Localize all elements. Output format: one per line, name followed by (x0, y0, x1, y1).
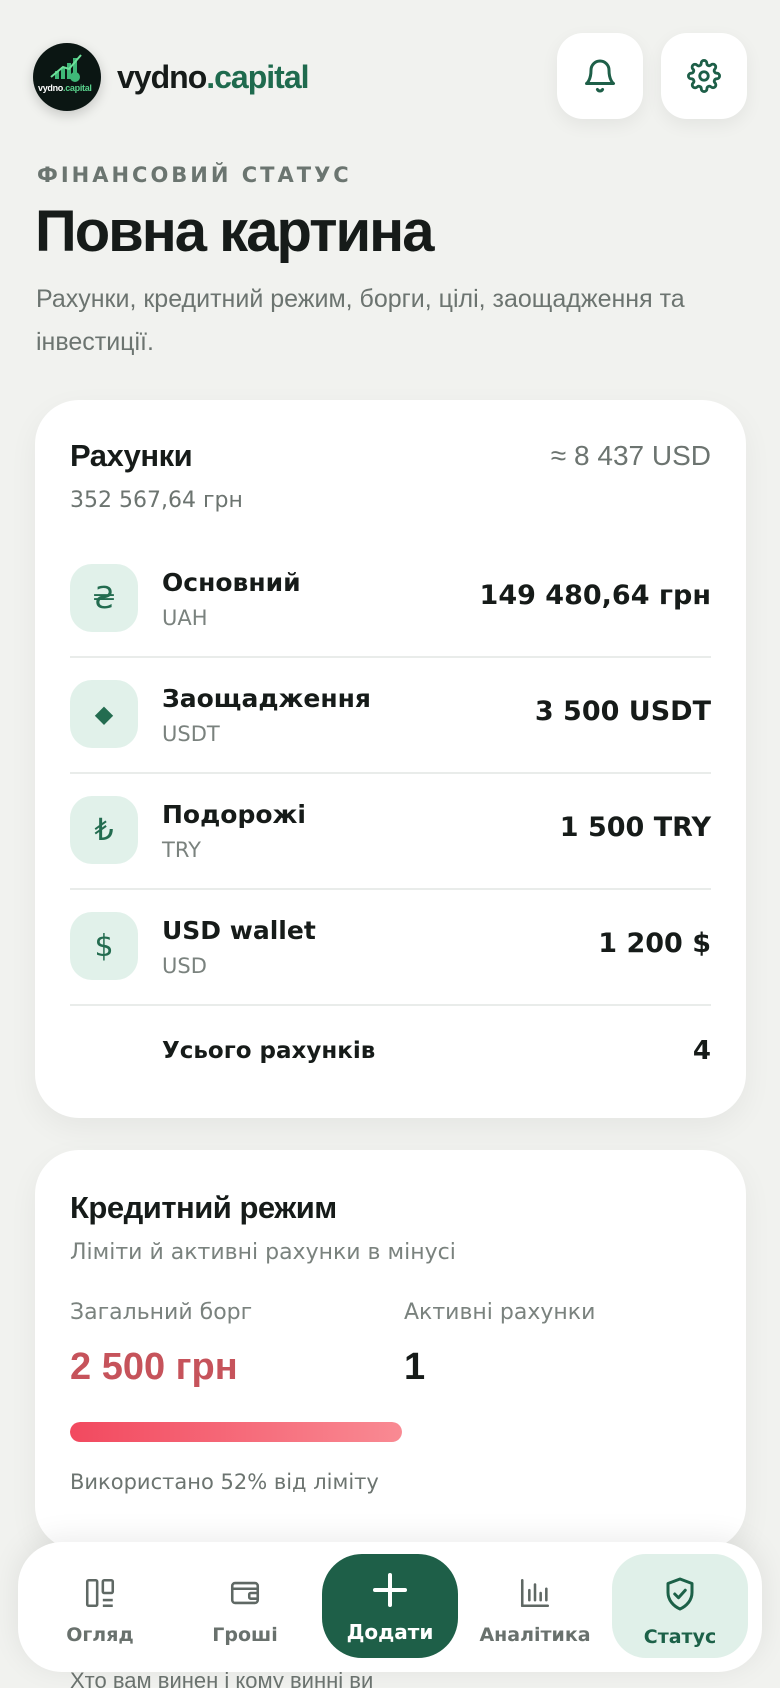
account-currency: USDT (162, 722, 220, 746)
credit-usage-fill (70, 1422, 402, 1442)
nav-label: Гроші (212, 1624, 278, 1646)
plus-icon (373, 1573, 407, 1607)
debt-label: Загальний борг (70, 1300, 253, 1325)
accounts-total-uah: 352 567,64 грн (70, 488, 243, 513)
bell-icon (585, 59, 615, 93)
page-subtitle: Рахунки, кредитний режим, борги, цілі, з… (36, 285, 685, 356)
credit-card: Кредитний режим Ліміти й активні рахунки… (35, 1150, 746, 1550)
account-name: Основний (162, 568, 301, 597)
hryvnia-icon: ₴ (70, 564, 138, 632)
credit-usage-bar (70, 1422, 402, 1442)
gear-icon (687, 59, 721, 93)
accounts-card: Рахунки ≈ 8 437 USD 352 567,64 грн ₴ Осн… (35, 400, 746, 1118)
notifications-button[interactable] (557, 33, 643, 119)
nav-overview[interactable]: Огляд (32, 1554, 168, 1658)
credit-usage-text: Використано 52% від ліміту (70, 1470, 379, 1494)
account-amount: 1 200 $ (598, 928, 711, 959)
bottom-nav: Огляд Гроші Додати Аналітика Статус (18, 1542, 762, 1672)
active-accounts-label: Активні рахунки (404, 1300, 596, 1325)
accounts-count-row: Усього рахунків 4 (70, 1006, 711, 1102)
wallet-icon (230, 1581, 260, 1605)
active-accounts-value: 1 (404, 1346, 426, 1388)
account-row-usd-wallet[interactable]: $ USD wallet USD 1 200 $ (70, 890, 711, 1006)
account-row-travel[interactable]: ₺ Подорожі TRY 1 500 TRY (70, 774, 711, 890)
nav-status[interactable]: Статус (612, 1554, 748, 1658)
account-amount: 1 500 TRY (559, 812, 711, 843)
page-title: Повна картина (35, 199, 434, 264)
nav-money[interactable]: Гроші (177, 1554, 313, 1658)
nav-label: Статус (643, 1626, 717, 1648)
lira-icon: ₺ (70, 796, 138, 864)
dashboard-icon (85, 1578, 115, 1608)
dollar-icon: $ (70, 912, 138, 980)
account-amount: 3 500 USDT (534, 696, 711, 727)
account-currency: UAH (162, 606, 208, 630)
account-currency: USD (162, 954, 207, 978)
brand-logo: vydno.capital (33, 43, 101, 111)
settings-button[interactable] (661, 33, 747, 119)
debt-value: 2 500 грн (70, 1346, 238, 1388)
accounts-title: Рахунки (70, 438, 193, 473)
accounts-count-label: Усього рахунків (162, 1038, 376, 1064)
account-name: USD wallet (162, 916, 316, 945)
brand-name: vydno.capital (117, 59, 310, 95)
credit-title: Кредитний режим (70, 1190, 337, 1225)
account-name: Заощадження (162, 684, 371, 713)
accounts-list: ₴ Основний UAH 149 480,64 грн ◆ Заощадже… (70, 542, 711, 1102)
nav-label: Додати (346, 1620, 434, 1644)
account-name: Подорожі (162, 800, 306, 829)
diamond-icon: ◆ (70, 680, 138, 748)
accounts-total-usd: ≈ 8 437 USD (550, 440, 711, 471)
app-header: vydno.capital vydno.capital (33, 33, 747, 119)
account-amount: 149 480,64 грн (479, 580, 711, 611)
accounts-count-value: 4 (692, 1036, 711, 1066)
credit-subtitle: Ліміти й активні рахунки в мінусі (70, 1240, 456, 1265)
nav-label: Огляд (66, 1624, 134, 1646)
account-currency: TRY (162, 838, 201, 862)
nav-analytics[interactable]: Аналітика (467, 1554, 603, 1658)
account-row-savings[interactable]: ◆ Заощадження USDT 3 500 USDT (70, 658, 711, 774)
bar-chart-icon (520, 1578, 550, 1608)
shield-check-icon (666, 1577, 694, 1611)
nav-label: Аналітика (479, 1624, 591, 1646)
section-eyebrow: ФІНАНСОВИЙ СТАТУС (37, 163, 352, 187)
account-row-main[interactable]: ₴ Основний UAH 149 480,64 грн (70, 542, 711, 658)
logo-text: vydno.capital (38, 83, 92, 93)
nav-add-button[interactable]: Додати (322, 1554, 458, 1658)
